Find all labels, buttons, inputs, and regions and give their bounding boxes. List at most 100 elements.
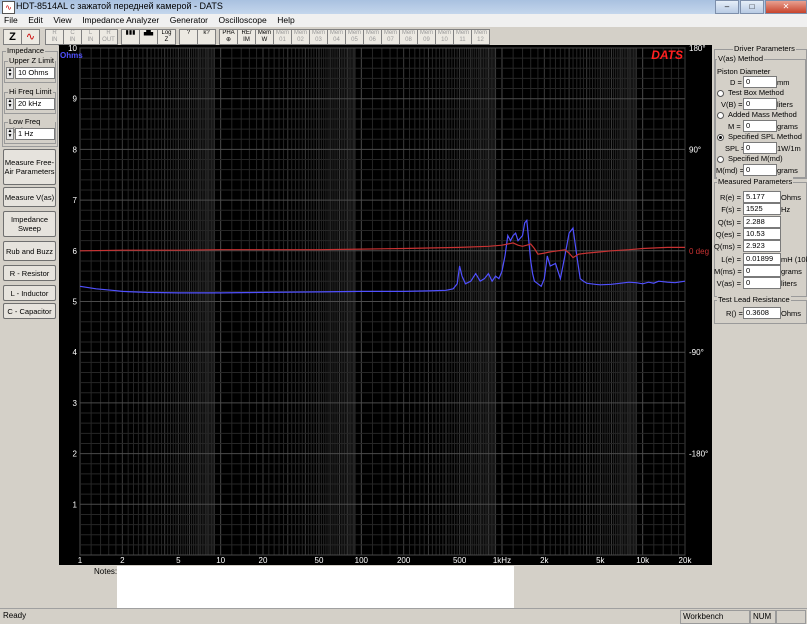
memory-12-icon[interactable]: Mem 12 (471, 29, 490, 45)
close-button[interactable]: ✕ (765, 0, 807, 14)
x-tick-label: 200 (397, 556, 411, 565)
notes-field[interactable] (117, 566, 514, 608)
menu-file[interactable]: File (0, 14, 22, 25)
upper-z-group: Upper Z Limit ▲ ▼ 10 Ohms (4, 56, 56, 83)
window-title: HDT-8514AL с зажатой передней камерой - … (16, 1, 223, 11)
minimize-button[interactable]: – (715, 0, 739, 14)
d-unit: mm (777, 78, 790, 87)
maximize-button[interactable]: □ (740, 0, 764, 14)
menu-impedance-analyzer[interactable]: Impedance Analyzer (78, 14, 163, 25)
x-tick-label: 5 (176, 556, 181, 565)
vb-field[interactable]: 0 (743, 98, 777, 110)
memory-2-icon[interactable]: Mem 02 (291, 29, 310, 45)
measured-value: 2.288 (743, 215, 781, 228)
y-tick-label: 3 (73, 399, 78, 408)
memory-5-icon[interactable]: Mem 05 (345, 29, 364, 45)
lead-r-field[interactable]: 0.3608 (743, 307, 781, 319)
measured-value: 0.01899 (743, 252, 781, 265)
y2-zero-label: 0 deg (689, 247, 709, 256)
added-mass-radio[interactable] (717, 112, 724, 119)
resistor-icon[interactable]: R IN (45, 29, 64, 45)
memory-7-icon[interactable]: Mem 07 (381, 29, 400, 45)
y2-tick-label: 90° (689, 145, 701, 154)
help-icon[interactable]: ? (179, 29, 198, 45)
memory-4-icon[interactable]: Mem 04 (327, 29, 346, 45)
measure-free-air-button[interactable]: Measure Free-Air Parameters (3, 149, 56, 185)
bars-icon[interactable]: ▮▮▮ (121, 29, 140, 45)
measure-vas-button[interactable]: Measure V(as) (3, 187, 56, 207)
test-box-radio[interactable] (717, 90, 724, 97)
measured-label: L(e) = (721, 254, 741, 264)
x-tick-label: 5k (596, 556, 605, 565)
d-label: D = (730, 78, 742, 87)
phase-icon[interactable]: PHA ⊕ (219, 29, 238, 45)
low-freq-field[interactable]: 1 Hz (15, 128, 55, 140)
impedance-chart: 1 2 5 10 20 50 100 200 500 1kHz 2k 5k 10k 20k 1 2 3 4 5 6 7 8… (59, 44, 712, 565)
menu-help[interactable]: Help (273, 14, 298, 25)
menu-generator[interactable]: Generator (166, 14, 212, 25)
low-freq-spinner[interactable]: ▲ ▼ (6, 128, 14, 140)
resistor-out-icon[interactable]: R OUT (99, 29, 118, 45)
hi-freq-spinner[interactable]: ▲ ▼ (6, 98, 14, 110)
specified-spl-label: Specified SPL Method (728, 132, 802, 141)
measured-unit: Hz (781, 205, 791, 215)
measured-label: Q(ts) = (717, 217, 741, 227)
mmd-field[interactable]: 0 (743, 164, 777, 176)
memory-10-icon[interactable]: Mem 10 (435, 29, 454, 45)
memory-write-icon[interactable]: Mem W (255, 29, 274, 45)
resistor-button[interactable]: R - Resistor (3, 265, 56, 281)
menu-edit[interactable]: Edit (24, 14, 47, 25)
dats-logo: DATS (651, 48, 683, 62)
context-help-icon[interactable]: k? (197, 29, 216, 45)
upper-z-spinner[interactable]: ▲ ▼ (6, 67, 14, 79)
x-tick-label: 2k (540, 556, 549, 565)
y-tick-label: 9 (73, 95, 78, 104)
peak-icon[interactable]: ▟▙ (139, 29, 158, 45)
specified-mmd-radio[interactable] (717, 156, 724, 163)
lead-r-unit: Ohms (781, 309, 802, 318)
status-bar: Ready Workbench NUM (0, 608, 807, 624)
measured-value: 2.923 (743, 240, 781, 253)
m-field[interactable]: 0 (743, 120, 777, 132)
vas-method-title: V(as) Method (717, 54, 765, 63)
impedance-sweep-button[interactable]: Impedance Sweep (3, 211, 56, 237)
impedance-icon[interactable]: Z (3, 29, 22, 45)
x-tick-label: 10k (636, 556, 650, 565)
rub-and-buzz-button[interactable]: Rub and Buzz (3, 241, 56, 261)
x-tick-label: 500 (453, 556, 467, 565)
low-freq-group: Low Freq Limit ▲▼ 1 Hz (4, 117, 56, 144)
menu-view[interactable]: View (49, 14, 75, 25)
capacitor-icon[interactable]: C IN (63, 29, 82, 45)
log-z-icon[interactable]: Log Z (157, 29, 176, 45)
capacitor-button[interactable]: C - Capacitor (3, 303, 56, 319)
spl-field[interactable]: 0 (743, 142, 777, 154)
memory-9-icon[interactable]: Mem 09 (417, 29, 436, 45)
memory-6-icon[interactable]: Mem 06 (363, 29, 382, 45)
inductor-button[interactable]: L - Inductor (3, 285, 56, 301)
x-tick-label: 10 (216, 556, 225, 565)
mmd-unit: grams (777, 166, 798, 175)
measured-parameters-title: Measured Parameters (717, 177, 794, 186)
upper-z-field[interactable]: 10 Ohms (15, 67, 55, 79)
specified-spl-radio[interactable] (717, 134, 724, 141)
re-im-icon[interactable]: RE/ IM (237, 29, 256, 45)
measured-label: R(e) = (719, 193, 741, 202)
memory-8-icon[interactable]: Mem 08 (399, 29, 418, 45)
hi-freq-field[interactable]: 20 kHz (15, 98, 55, 110)
d-field[interactable]: 0 (743, 76, 777, 88)
status-text: Ready (3, 611, 27, 620)
memory-3-icon[interactable]: Mem 03 (309, 29, 328, 45)
menu-oscilloscope[interactable]: Oscilloscope (215, 14, 271, 25)
memory-1-icon[interactable]: Mem 01 (273, 29, 292, 45)
inductor-icon[interactable]: L IN (81, 29, 100, 45)
chart-svg: 1 2 5 10 20 50 100 200 500 1kHz 2k 5k 10k 20k 1 2 3 4 5 6 7 8… (60, 44, 709, 565)
measured-label: Q(es) = (715, 229, 741, 239)
vb-unit: liters (777, 100, 793, 109)
memory-11-icon[interactable]: Mem 11 (453, 29, 472, 45)
measured-value: 1525 (743, 203, 781, 216)
menu-bar: File Edit View Impedance Analyzer Genera… (0, 14, 807, 27)
sine-icon[interactable]: ∿ (21, 29, 40, 45)
measured-label: Q(ms) = (714, 242, 742, 252)
upper-z-label: Upper Z Limit (8, 56, 55, 65)
measured-unit: mH (10k) (781, 254, 807, 264)
